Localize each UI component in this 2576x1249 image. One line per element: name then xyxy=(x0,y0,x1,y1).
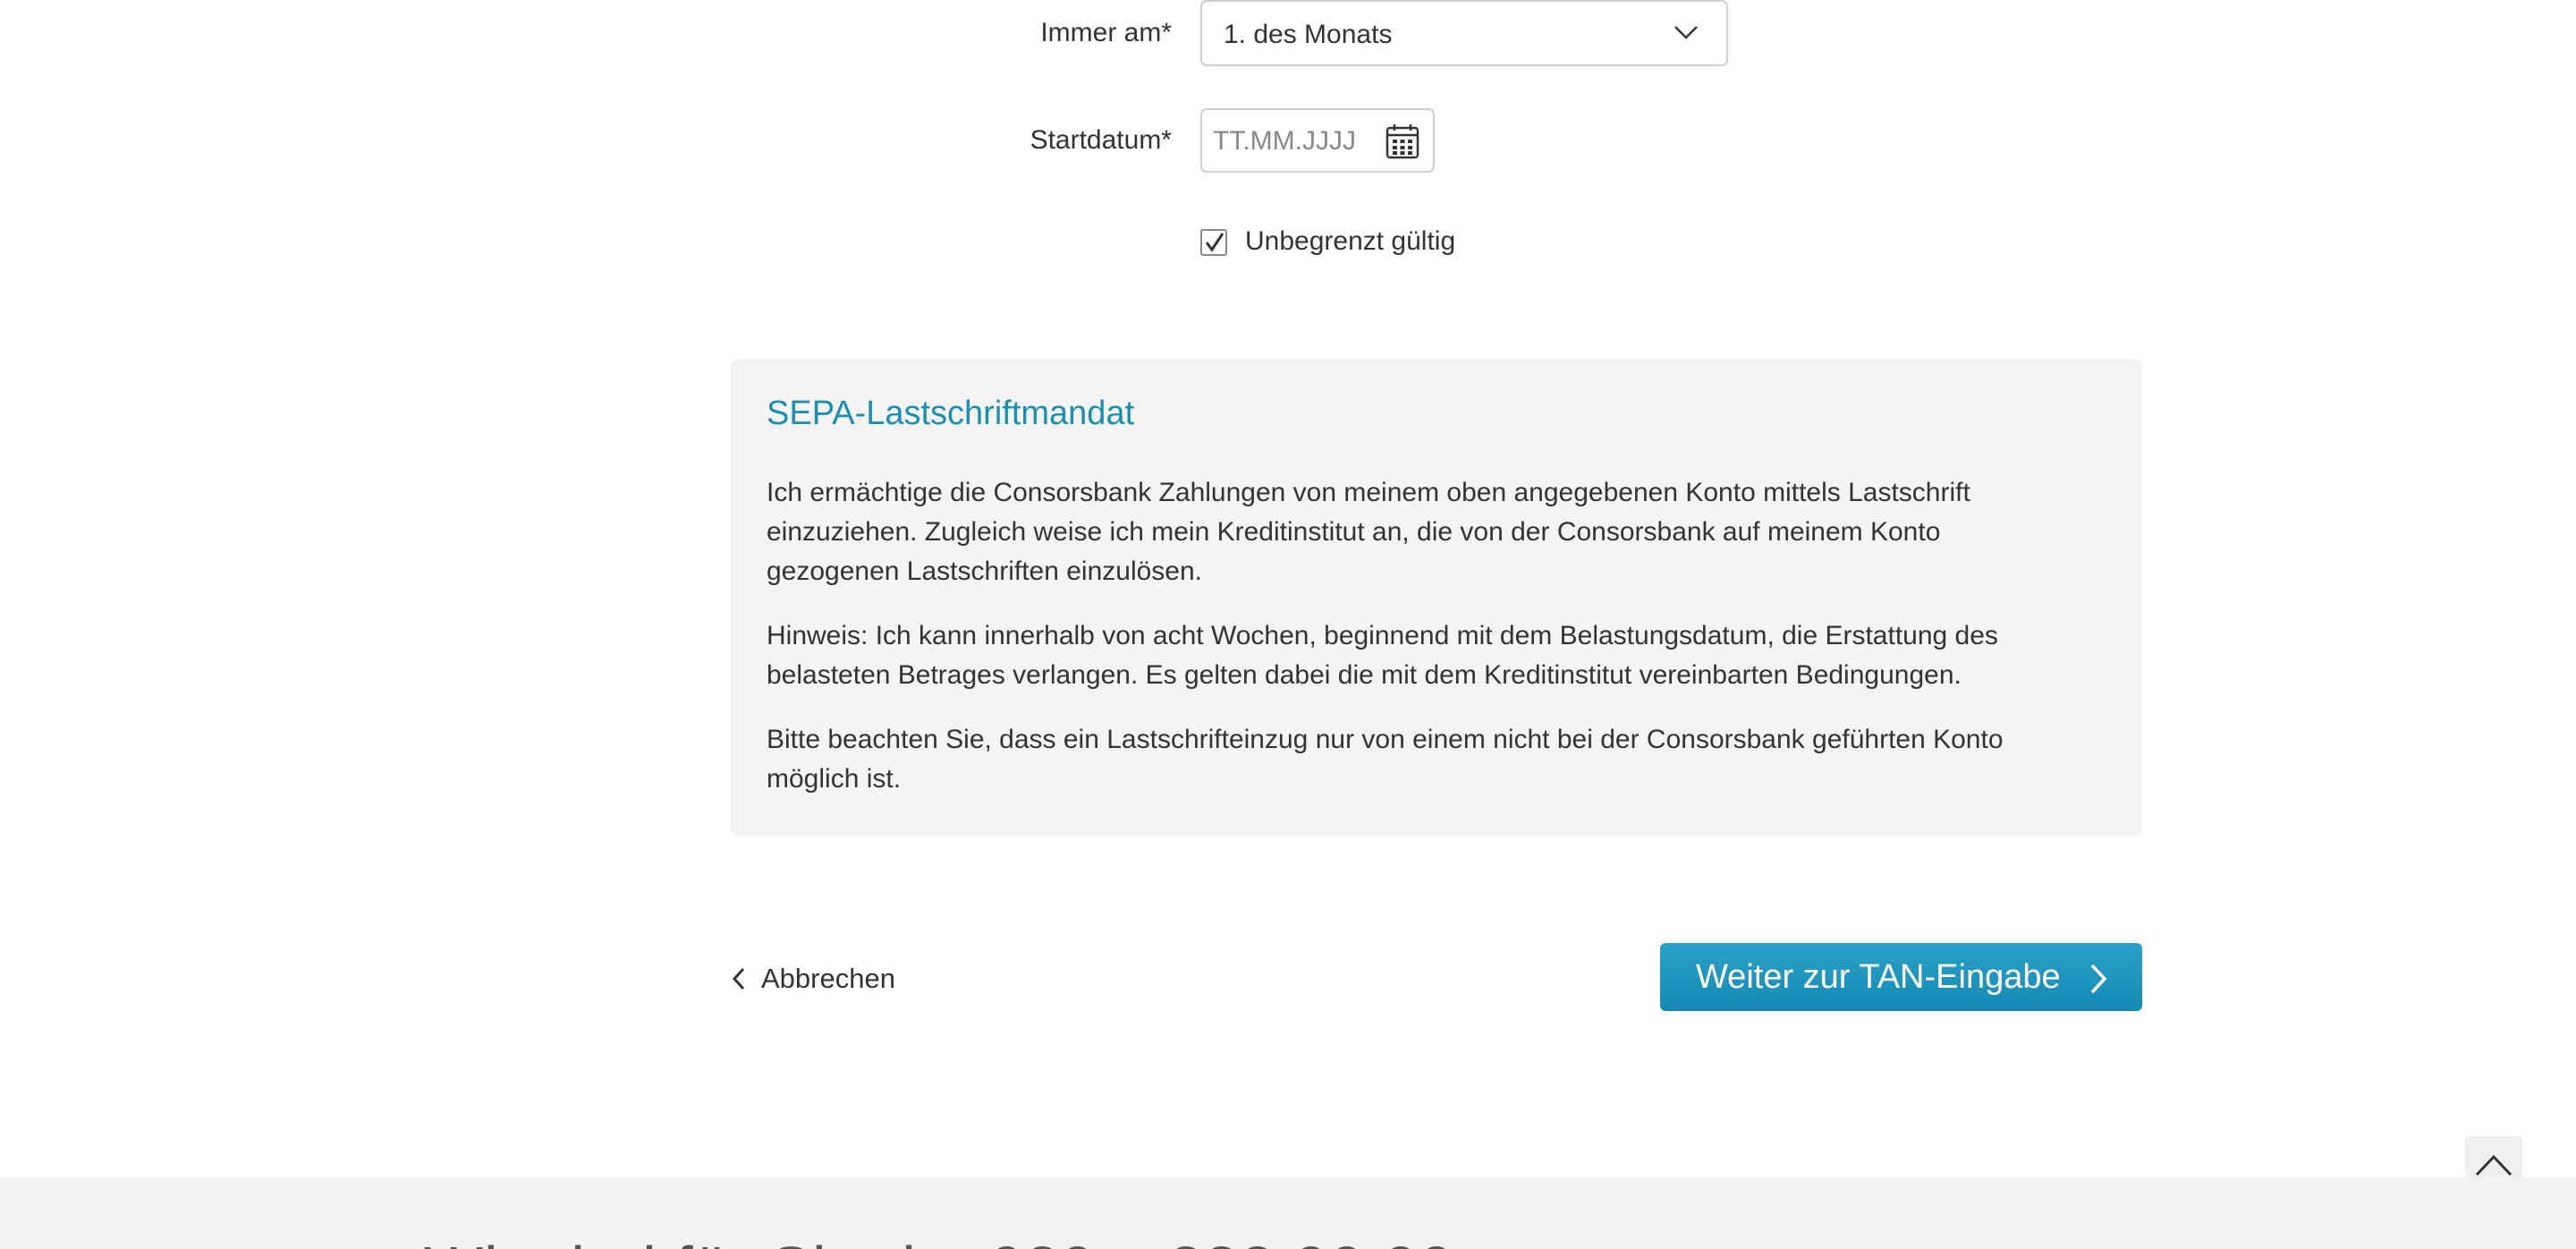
interval-day-label: Immer am* xyxy=(1040,18,1172,47)
sepa-mandate-paragraph: Ich ermächtige die Consorsbank Zahlungen… xyxy=(767,478,1970,586)
footer-contact-text: Wir sind für Sie da: 089 – 888 99 99 xyxy=(424,1233,1455,1249)
footer: Wir sind für Sie da: 089 – 888 99 99 xyxy=(0,1177,2576,1249)
chevron-right-icon xyxy=(2090,964,2107,994)
checkmark-icon xyxy=(1205,233,1224,252)
interval-day-selected-value: 1. des Monats xyxy=(1224,20,1393,49)
chevron-left-icon xyxy=(732,967,745,990)
next-to-tan-label: Weiter zur TAN-Eingabe xyxy=(1696,957,2061,996)
sepa-account-note-paragraph: Bitte beachten Sie, dass ein Lastschrift… xyxy=(767,725,2004,794)
sepa-mandate-title: SEPA-Lastschriftmandat xyxy=(767,395,1135,432)
sepa-hint-paragraph: Hinweis: Ich kann innerhalb von acht Woc… xyxy=(767,621,1998,690)
start-date-field xyxy=(1200,108,1435,173)
start-date-label: Startdatum* xyxy=(1030,125,1172,155)
chevron-up-icon xyxy=(2475,1154,2512,1177)
calendar-icon[interactable] xyxy=(1385,123,1420,160)
sepa-mandate-panel: SEPA-Lastschriftmandat Ich ermächtige di… xyxy=(731,359,2142,836)
unlimited-checkbox[interactable] xyxy=(1200,229,1227,256)
cancel-link[interactable]: Abbrechen xyxy=(731,959,895,998)
next-to-tan-button[interactable]: Weiter zur TAN-Eingabe xyxy=(1660,943,2142,1011)
start-date-input[interactable] xyxy=(1213,126,1374,157)
cancel-label: Abbrechen xyxy=(761,963,895,994)
unlimited-checkbox-label[interactable]: Unbegrenzt gültig xyxy=(1245,226,1455,257)
chevron-down-icon xyxy=(1674,26,1698,39)
interval-day-select[interactable]: 1. des Monats xyxy=(1200,0,1728,66)
